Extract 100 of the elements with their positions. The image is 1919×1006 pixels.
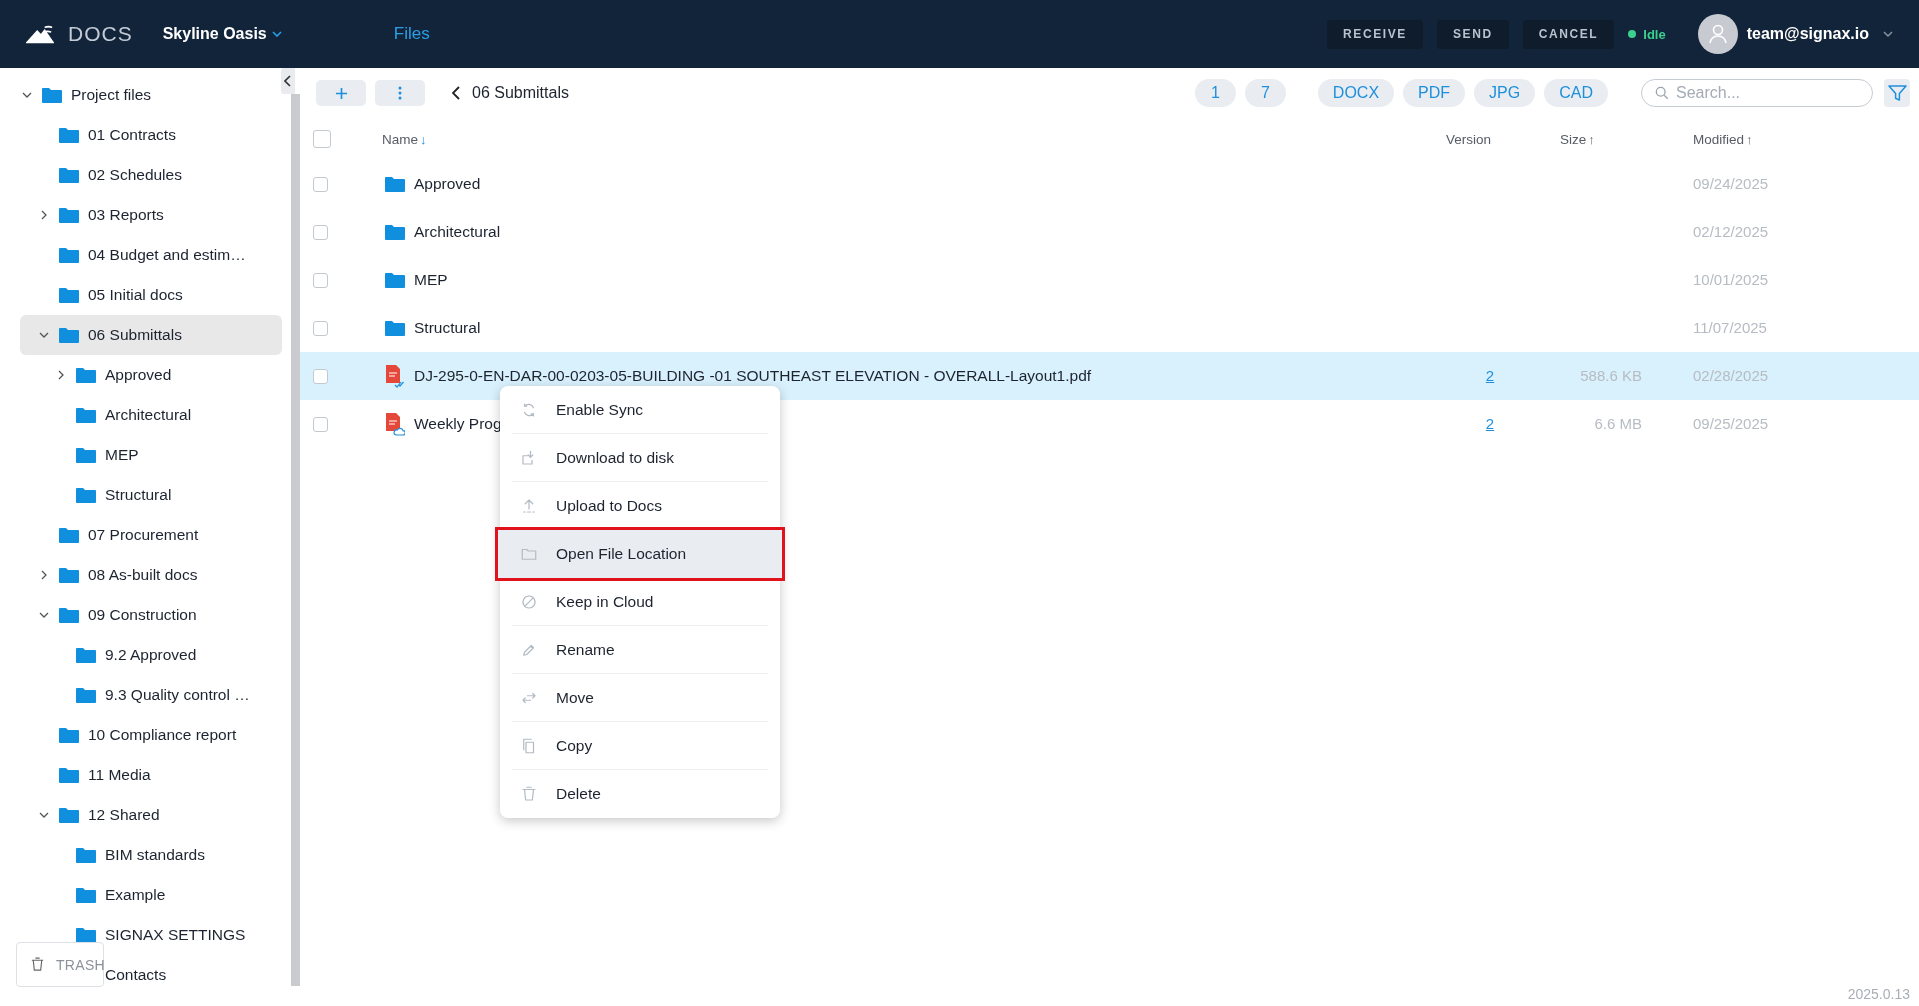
- tree-item[interactable]: Example: [105, 886, 166, 904]
- column-header[interactable]: Modified: [1693, 131, 1745, 147]
- chevron-left-icon: [284, 75, 292, 87]
- file-name[interactable]: DJ-295-0-EN-DAR-00-0203-05-BUILDING -01 SOUTHEAST ELEVATION - OVERALL-Layout1.pdf: [414, 367, 1092, 385]
- collapse-button[interactable]: [281, 68, 295, 94]
- tree-item[interactable]: 9.3 Quality control …: [105, 686, 250, 704]
- version-link[interactable]: 2: [1485, 415, 1495, 432]
- folder-icon: [59, 247, 79, 263]
- ban-icon: [520, 592, 538, 611]
- tree-item[interactable]: BIM standards: [105, 846, 205, 864]
- file-size: 588.6 KB: [1580, 367, 1642, 384]
- search-field[interactable]: Search...: [1641, 79, 1873, 107]
- tree-item[interactable]: 02 Schedules: [88, 166, 182, 184]
- chevron-down-icon[interactable]: [22, 92, 32, 98]
- avatar-icon[interactable]: [1697, 14, 1738, 54]
- folder-icon: [76, 647, 96, 663]
- folder-icon: [59, 167, 79, 183]
- tree-item[interactable]: 06 Submittals: [88, 326, 182, 344]
- action-button[interactable]: SEND: [1436, 19, 1509, 49]
- chevron-down-icon[interactable]: [39, 812, 49, 818]
- tree-item[interactable]: 03 Reports: [88, 206, 164, 224]
- folder-icon: [385, 320, 405, 336]
- sort-arrow[interactable]: ↓: [420, 131, 427, 147]
- file-name[interactable]: Structural: [414, 319, 481, 337]
- more-icon: [398, 86, 402, 100]
- action-button[interactable]: CANCEL: [1522, 19, 1615, 49]
- sort-arrow[interactable]: ↑: [1746, 131, 1753, 147]
- tree-item[interactable]: MEP: [105, 446, 139, 464]
- tree-item[interactable]: Contacts: [105, 966, 167, 984]
- file-name[interactable]: Architectural: [414, 223, 501, 241]
- menu-item[interactable]: Enable Sync: [512, 386, 768, 434]
- sort-arrow[interactable]: ↑: [1588, 131, 1595, 147]
- chevron-down-icon: [271, 31, 282, 37]
- row-checkbox[interactable]: [313, 320, 328, 336]
- project-selector[interactable]: Skyline Oasis: [162, 25, 282, 43]
- chevron-right-icon[interactable]: [41, 570, 47, 580]
- tree-item[interactable]: 04 Budget and estim…: [88, 246, 246, 264]
- column-header[interactable]: Size: [1560, 131, 1587, 147]
- tree-item[interactable]: 08 As-built docs: [88, 566, 198, 584]
- chevron-down-icon[interactable]: [1883, 31, 1893, 37]
- tree-item[interactable]: Structural: [105, 486, 172, 504]
- tree-item[interactable]: 01 Contracts: [88, 126, 176, 144]
- menu-item[interactable]: Rename: [512, 626, 768, 674]
- folder-icon: [59, 527, 79, 543]
- modified-date: 11/07/2025: [1693, 319, 1767, 336]
- menu-item[interactable]: Copy: [512, 722, 768, 770]
- file-name[interactable]: MEP: [414, 271, 448, 289]
- folder-icon: [385, 272, 405, 288]
- row-checkbox[interactable]: [313, 272, 328, 288]
- tree-item[interactable]: 9.2 Approved: [105, 646, 197, 664]
- menu-item[interactable]: Delete: [512, 770, 768, 818]
- trash-icon: [29, 956, 46, 973]
- folder-icon: [385, 224, 405, 240]
- tree-item[interactable]: 10 Compliance report: [88, 726, 237, 744]
- folder-icon: [59, 327, 79, 343]
- column-header[interactable]: Version: [1446, 131, 1492, 147]
- row-checkbox[interactable]: [313, 224, 328, 240]
- tree-item[interactable]: 09 Construction: [88, 606, 197, 624]
- tree-item[interactable]: 12 Shared: [88, 806, 160, 824]
- tree-item[interactable]: SIGNAX SETTINGS: [105, 926, 246, 944]
- chevron-down-icon[interactable]: [39, 332, 49, 338]
- scrollbar[interactable]: [291, 94, 300, 986]
- modified-date: 09/24/2025: [1693, 175, 1769, 192]
- menu-item[interactable]: Download to disk: [512, 434, 768, 482]
- menu-item[interactable]: Keep in Cloud: [512, 578, 768, 626]
- file-name[interactable]: Approved: [414, 175, 481, 193]
- menu-item[interactable]: Move: [512, 674, 768, 722]
- folder-icon: [42, 87, 62, 103]
- tree-item[interactable]: Architectural: [105, 406, 192, 424]
- status-text: Idle: [1643, 26, 1666, 42]
- filter-button[interactable]: [1884, 79, 1910, 107]
- tree-item[interactable]: 07 Procurement: [88, 526, 199, 544]
- row-checkbox[interactable]: [313, 416, 328, 432]
- folder-icon: [76, 407, 96, 423]
- app-name: DOCS: [68, 22, 133, 46]
- folder-icon: [59, 207, 79, 223]
- row-checkbox[interactable]: [313, 176, 328, 192]
- select-all-checkbox[interactable]: [313, 130, 331, 148]
- breadcrumb: 06 Submittals: [472, 84, 569, 102]
- selected-row-highlight[interactable]: DJ-295-0-EN-DAR-00-0203-05-BUILDING -01 SOUTHEAST ELEVATION - OVERALL-Layout1.pdf 2 588.6 KB 02/28/2025: [300, 352, 1919, 400]
- tree-item[interactable]: 11 Media: [88, 766, 151, 784]
- modified-date: 10/01/2025: [1693, 271, 1769, 288]
- action-button[interactable]: RECEIVE: [1327, 19, 1423, 49]
- tree-item[interactable]: 05 Initial docs: [88, 286, 183, 304]
- tree-item[interactable]: Approved: [105, 366, 172, 384]
- folder-icon: [76, 487, 96, 503]
- menu-item[interactable]: Open File Location: [498, 530, 782, 578]
- user-email[interactable]: team@signax.io: [1746, 25, 1869, 43]
- column-header[interactable]: Name: [382, 131, 418, 147]
- tree-item[interactable]: Project files: [71, 86, 152, 104]
- chevron-right-icon[interactable]: [58, 370, 64, 380]
- back-icon[interactable]: [452, 86, 460, 100]
- chevron-down-icon[interactable]: [39, 612, 49, 618]
- folder-icon: [76, 847, 96, 863]
- app-version: 2025.0.13: [1847, 986, 1910, 1002]
- chevron-right-icon[interactable]: [41, 210, 47, 220]
- folder-icon: [59, 567, 79, 583]
- row-checkbox[interactable]: [313, 368, 328, 384]
- pdf-check-icon: [385, 364, 405, 388]
- nav-link[interactable]: Files: [393, 24, 430, 44]
